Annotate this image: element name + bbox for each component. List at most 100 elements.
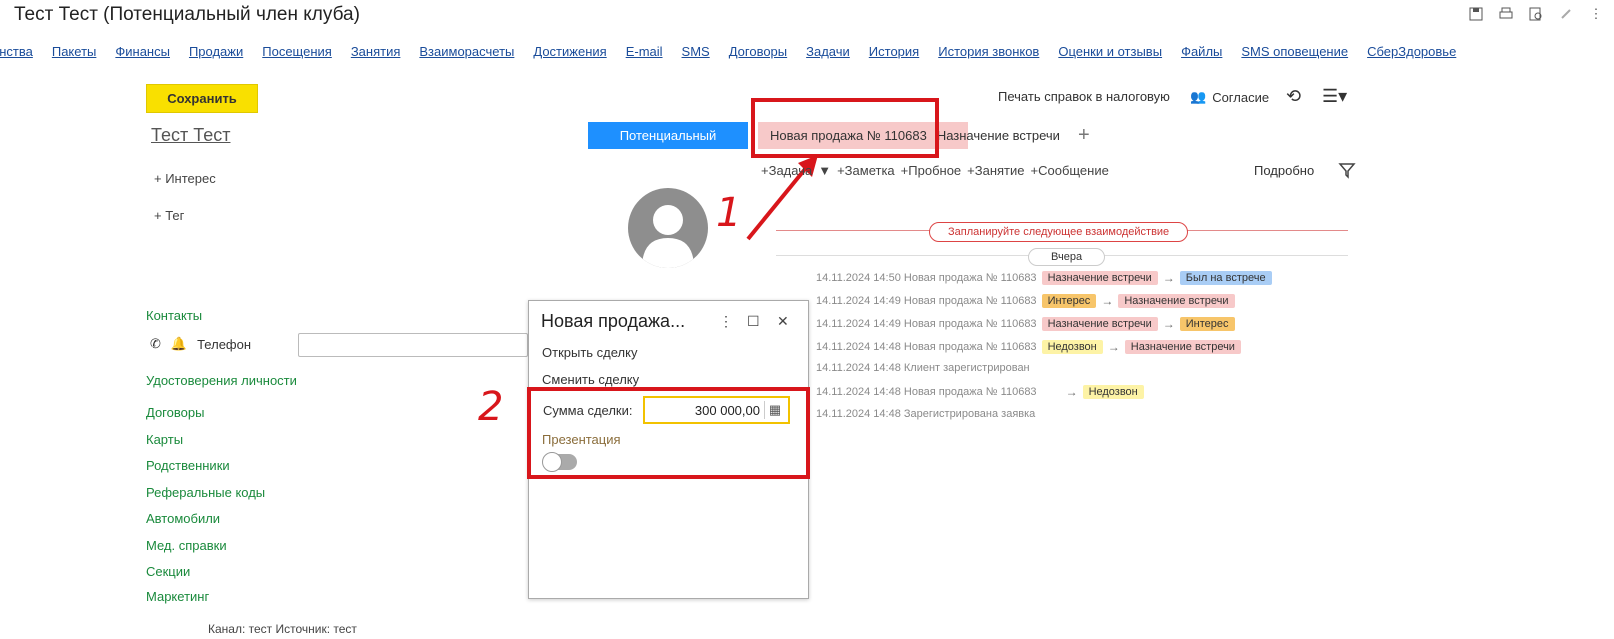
arrow-icon: → (1065, 385, 1078, 399)
left-link[interactable]: Автомобили (146, 511, 220, 526)
annotation-mark-2: 2 (478, 384, 504, 430)
history-row: 14.11.2024 14:48 Клиент зарегистрирован (816, 362, 1030, 374)
arrow-icon: → (1162, 271, 1175, 285)
history-icon[interactable]: ⟲ (1286, 86, 1301, 107)
nav-tab[interactable]: SMS оповещение (1241, 44, 1348, 59)
history-row: 14.11.2024 14:49 Новая продажа № 110683 Н… (816, 317, 1235, 331)
add-trial-link[interactable]: +Пробное (901, 163, 961, 178)
annotation-box-1 (751, 98, 939, 158)
left-link[interactable]: Удостоверения личности (146, 373, 297, 388)
nav-tab[interactable]: Пакеты (52, 44, 97, 59)
nav-tab[interactable]: СберЗдоровье (1367, 44, 1456, 59)
add-tag-link[interactable]: + Тег (154, 208, 184, 223)
left-link[interactable]: Секции (146, 564, 190, 579)
add-task-link[interactable]: +Задача (761, 163, 812, 178)
nav-tab[interactable]: Финансы (115, 44, 170, 59)
add-note-link[interactable]: +Заметка (837, 163, 895, 178)
print-icon[interactable] (1496, 4, 1516, 24)
avatar[interactable] (628, 188, 708, 268)
nav-tab[interactable]: Посещения (262, 44, 332, 59)
history-text: 14.11.2024 14:48 Клиент зарегистрирован (816, 362, 1030, 374)
day-label: Вчера (1028, 248, 1106, 266)
nav-tab[interactable]: E-mail (626, 44, 663, 59)
arrow-icon: → (1107, 340, 1120, 354)
add-lesson-link[interactable]: +Занятие (967, 163, 1024, 178)
status-badge: Интерес (1179, 317, 1235, 331)
status-badge: Назначение встречи (1118, 294, 1235, 308)
print-certificates-link[interactable]: Печать справок в налоговую (998, 89, 1170, 104)
history-row: 14.11.2024 14:50 Новая продажа № 110683 Н… (816, 271, 1272, 285)
task-dropdown-icon[interactable]: ▼ (818, 163, 831, 178)
arrow-icon: → (1101, 294, 1114, 308)
phone-row: ✆ 🔔 Телефон (150, 336, 251, 352)
channel-source: Канал: тест Источник: тест (208, 622, 357, 636)
annotation-mark-1: 1 (716, 190, 742, 236)
action-bar: +Задача ▼ +Заметка +Пробное +Занятие +Со… (761, 163, 1109, 178)
client-name[interactable]: Тест Тест (151, 125, 230, 146)
arrow-icon: → (1162, 317, 1175, 331)
history-text: 14.11.2024 14:48 Новая продажа № 110683 (816, 341, 1037, 353)
status-badge: Назначение встречи (1124, 340, 1241, 354)
history-text: 14.11.2024 14:49 Новая продажа № 110683 (816, 318, 1037, 330)
filter-icon[interactable] (1338, 161, 1356, 182)
popup-maximize-icon[interactable]: ☐ (747, 313, 760, 330)
save-disk-icon[interactable] (1466, 4, 1486, 24)
plan-next-button[interactable]: Запланируйте следующее взаимодействие (929, 222, 1189, 242)
contacts-header[interactable]: Контакты (146, 308, 202, 323)
history-row: 14.11.2024 14:48 Новая продажа № 110683 →… (816, 385, 1144, 399)
nav-tab[interactable]: енства (0, 44, 33, 59)
nav-tab[interactable]: Продажи (189, 44, 243, 59)
more-vertical-icon[interactable]: ⋮ (1586, 4, 1606, 24)
people-icon: 👥 (1190, 89, 1207, 104)
popup-more-icon[interactable]: ⋮ (719, 313, 733, 330)
nav-tab[interactable]: История звонков (938, 44, 1039, 59)
history-row: 14.11.2024 14:48 Новая продажа № 110683 Н… (816, 340, 1241, 354)
nav-tab[interactable]: Оценки и отзывы (1058, 44, 1162, 59)
change-deal-link[interactable]: Сменить сделку (542, 372, 639, 387)
left-link[interactable]: Договоры (146, 405, 204, 420)
popup-close-icon[interactable]: ✕ (777, 313, 789, 330)
consent-button[interactable]: 👥 Согласие (1190, 89, 1269, 105)
nav-tab[interactable]: История (869, 44, 919, 59)
left-link[interactable]: Маркетинг (146, 589, 209, 604)
menu-icon[interactable]: ☰▾ (1322, 86, 1347, 107)
nav-tab[interactable]: SMS (682, 44, 710, 59)
history-text: 14.11.2024 14:48 Новая продажа № 110683 (816, 386, 1037, 398)
nav-tab[interactable]: Файлы (1181, 44, 1222, 59)
left-link[interactable]: Родственники (146, 458, 230, 473)
status-badge: Недозвон (1041, 340, 1103, 354)
left-link[interactable]: Реферальные коды (146, 485, 265, 500)
history-text: 14.11.2024 14:50 Новая продажа № 110683 (816, 272, 1037, 284)
preview-icon[interactable] (1526, 4, 1546, 24)
open-deal-link[interactable]: Открыть сделку (542, 345, 637, 360)
nav-tab[interactable]: Задачи (806, 44, 850, 59)
window-toolbar: ⋮ (1466, 4, 1606, 24)
history-row: 14.11.2024 14:48 Зарегистрирована заявка (816, 408, 1035, 420)
phone-input[interactable] (298, 333, 528, 357)
window-title: Тест Тест (Потенциальный член клуба) (14, 4, 360, 25)
add-message-link[interactable]: +Сообщение (1031, 163, 1109, 178)
nav-tab[interactable]: Занятия (351, 44, 401, 59)
tab-status-potential[interactable]: Потенциальный (588, 122, 748, 149)
add-interest-link[interactable]: + Интерес (154, 171, 216, 186)
status-badge: Назначение встречи (1041, 317, 1158, 331)
phone-label: Телефон (197, 336, 252, 352)
nav-tab[interactable]: Договоры (729, 44, 787, 59)
details-link[interactable]: Подробно (1254, 163, 1314, 178)
status-badge: Интерес (1041, 294, 1097, 308)
user-silhouette-icon (642, 205, 694, 268)
status-badge: Назначение встречи (1041, 271, 1158, 285)
popup-title: Новая продажа... (541, 311, 686, 331)
bell-icon[interactable]: 🔔 (171, 336, 187, 352)
nav-tab[interactable]: Достижения (533, 44, 606, 59)
history-row: 14.11.2024 14:49 Новая продажа № 110683 И… (816, 294, 1235, 308)
link-icon[interactable] (1556, 4, 1576, 24)
phone-icon[interactable]: ✆ (150, 336, 161, 352)
add-tab-icon[interactable]: + (1078, 124, 1090, 147)
left-link[interactable]: Карты (146, 432, 183, 447)
nav-tab[interactable]: Взаиморасчеты (419, 44, 514, 59)
left-link[interactable]: Мед. справки (146, 538, 227, 553)
sale-stage-label: Назначение встречи (936, 128, 1060, 143)
save-button[interactable]: Сохранить (146, 84, 258, 113)
annotation-box-2 (527, 387, 810, 479)
